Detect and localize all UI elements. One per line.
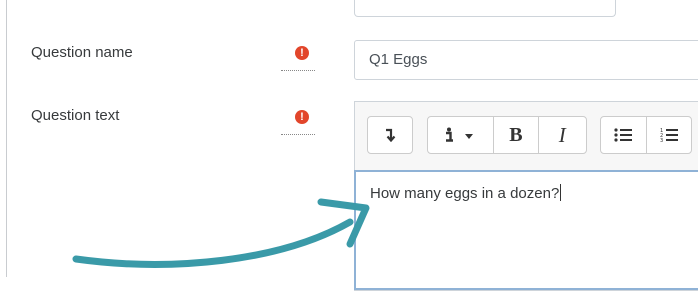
annotation-arrow-icon: [72, 198, 370, 268]
